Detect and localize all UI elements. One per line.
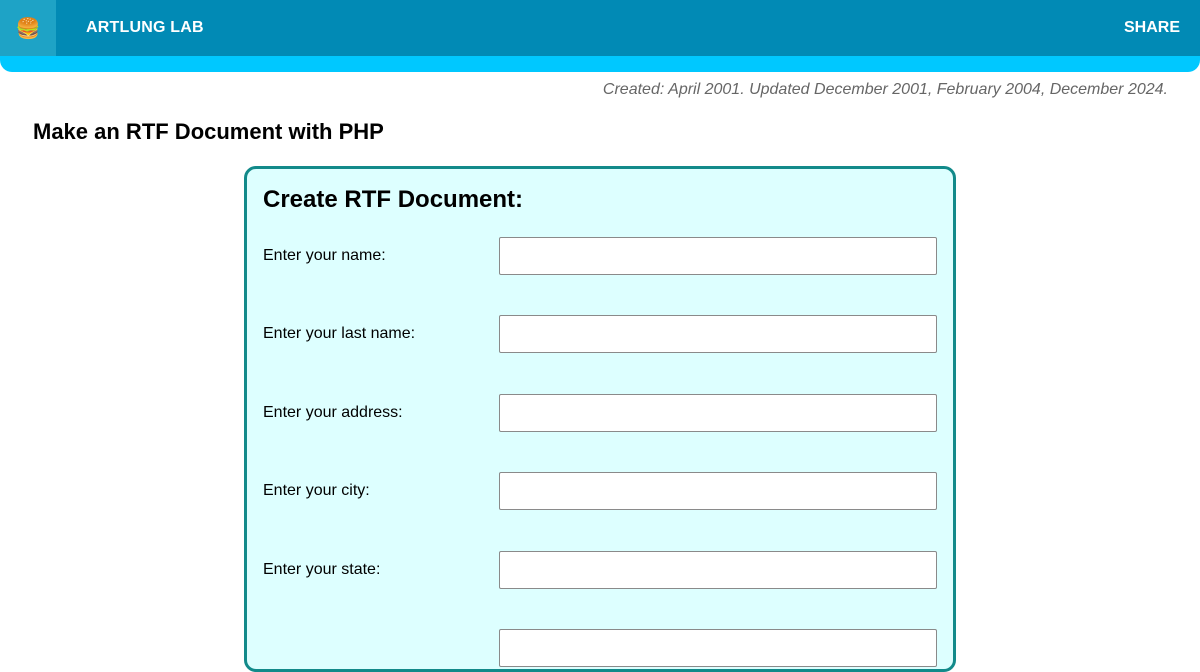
- last-name-field-row: Enter your last name:: [263, 315, 937, 353]
- last-name-label: Enter your last name:: [263, 325, 416, 342]
- form-title: Create RTF Document:: [263, 186, 524, 213]
- state-input[interactable]: [499, 551, 937, 589]
- name-field-row: Enter your name:: [263, 237, 937, 275]
- created-updated-dates: Created: April 2001. Updated December 20…: [602, 81, 1168, 98]
- city-input[interactable]: [499, 472, 937, 510]
- top-bar: 🍔 ARTLUNG LAB SHARE: [0, 0, 1200, 72]
- address-input[interactable]: [499, 394, 937, 432]
- address-label: Enter your address:: [263, 404, 403, 421]
- state-label: Enter your state:: [263, 561, 381, 578]
- next-field-row: [263, 629, 937, 667]
- next-field-input[interactable]: [499, 629, 937, 667]
- hamburger-icon: 🍔: [15, 17, 41, 40]
- rtf-form: Create RTF Document: Enter your name: En…: [244, 166, 956, 672]
- state-field-row: Enter your state:: [263, 551, 937, 589]
- page-title: Make an RTF Document with PHP: [33, 119, 384, 144]
- site-title-link[interactable]: ARTLUNG LAB: [86, 19, 204, 37]
- address-field-row: Enter your address:: [263, 394, 937, 432]
- city-label: Enter your city:: [263, 482, 370, 499]
- share-link[interactable]: SHARE: [1124, 19, 1180, 37]
- last-name-input[interactable]: [499, 315, 937, 353]
- city-field-row: Enter your city:: [263, 472, 937, 510]
- name-input[interactable]: [499, 237, 937, 275]
- top-bar-inner: 🍔 ARTLUNG LAB SHARE: [0, 0, 1200, 56]
- hamburger-menu-button[interactable]: 🍔: [0, 0, 56, 56]
- name-label: Enter your name:: [263, 247, 386, 264]
